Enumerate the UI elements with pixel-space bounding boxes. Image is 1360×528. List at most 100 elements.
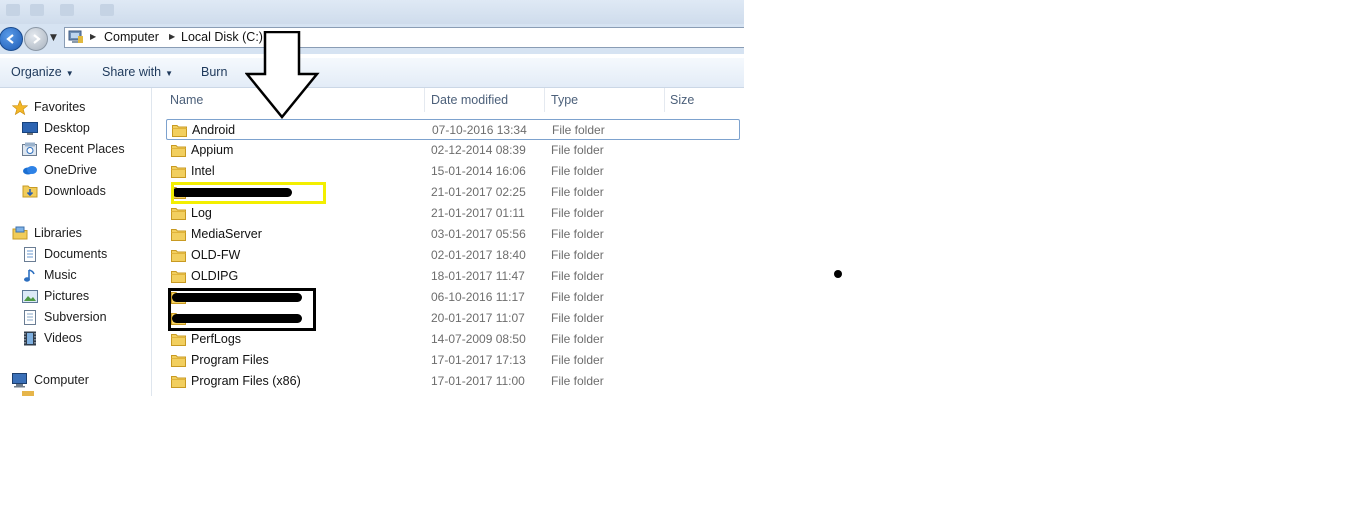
- column-header-name[interactable]: Name: [170, 93, 203, 107]
- file-type: File folder: [551, 185, 604, 199]
- file-name: Program Files: [191, 353, 269, 367]
- nav-item-documents[interactable]: Documents: [22, 245, 107, 263]
- computer-drive-icon: [68, 30, 83, 43]
- properties-icon[interactable]: [100, 4, 114, 16]
- chevron-down-icon: ▼: [65, 69, 74, 78]
- breadcrumb-arrow-icon[interactable]: ▶: [169, 32, 175, 41]
- column-header-size[interactable]: Size: [670, 93, 694, 107]
- folder-icon: [171, 354, 186, 367]
- file-date-modified: 02-12-2014 08:39: [431, 143, 526, 157]
- nav-item-videos[interactable]: Videos: [22, 329, 82, 347]
- organize-menu[interactable]: Organize ▼: [11, 65, 74, 79]
- recent-places-icon: [22, 142, 38, 156]
- file-type: File folder: [551, 206, 604, 220]
- nav-item-onedrive[interactable]: OneDrive: [22, 161, 97, 179]
- table-row[interactable]: OLDIPG 18-01-2017 11:47 File folder: [166, 266, 740, 287]
- nav-libraries-label: Libraries: [34, 226, 82, 240]
- share-with-menu[interactable]: Share with ▼: [102, 65, 173, 79]
- nav-item-label: Documents: [44, 247, 108, 261]
- table-row[interactable]: Program Files (x86) 17-01-2017 11:00 File …: [166, 371, 740, 392]
- drive-icon: [22, 391, 34, 396]
- nav-item-label: Downloads: [44, 184, 106, 198]
- folder-icon: [171, 375, 186, 388]
- nav-item-desktop[interactable]: Desktop: [22, 119, 90, 137]
- breadcrumb-arrow-icon[interactable]: ▶: [90, 32, 96, 41]
- breadcrumb-computer[interactable]: Computer: [104, 30, 159, 44]
- file-list: Name Date modified Type Size Android 07-1…: [152, 88, 744, 396]
- nav-item-music[interactable]: Music: [22, 266, 77, 284]
- table-row[interactable]: PerfLogs 14-07-2009 08:50 File folder: [166, 329, 740, 350]
- table-row[interactable]: Intel 15-01-2014 16:06 File folder: [166, 161, 740, 182]
- nav-item-subversion[interactable]: Subversion: [22, 308, 107, 326]
- forward-button[interactable]: [24, 27, 48, 51]
- system-menu-icon[interactable]: [6, 4, 20, 16]
- file-name: Log: [191, 206, 212, 220]
- subversion-icon: [22, 309, 38, 325]
- address-bar[interactable]: ▶ Computer ▶ Local Disk (C:): [64, 27, 744, 48]
- column-header-date-modified[interactable]: Date modified: [431, 93, 508, 107]
- nav-favorites[interactable]: Favorites: [12, 98, 85, 116]
- recent-pages-dropdown[interactable]: ▼: [50, 33, 57, 43]
- nav-item-label: Videos: [44, 331, 82, 345]
- folder-icon: [171, 228, 186, 241]
- nav-item-pictures[interactable]: Pictures: [22, 287, 89, 305]
- explorer-window: ▼ ▶ Computer ▶ Local Disk (C:) Organize ▼…: [0, 0, 744, 396]
- nav-item-label: Subversion: [44, 310, 107, 324]
- documents-icon: [22, 246, 38, 262]
- star-icon: [12, 99, 28, 115]
- file-date-modified: 21-01-2017 01:11: [431, 206, 525, 220]
- table-row[interactable]: Log 21-01-2017 01:11 File folder: [166, 203, 740, 224]
- nav-item-downloads[interactable]: Downloads: [22, 182, 106, 200]
- table-row[interactable]: Android 07-10-2016 13:34 File folder: [166, 119, 740, 140]
- forward-arrow-icon: [33, 34, 41, 44]
- nav-computer[interactable]: Computer: [12, 371, 89, 389]
- column-divider[interactable]: [544, 88, 545, 112]
- nav-item-label: Desktop: [44, 121, 90, 135]
- undo-icon[interactable]: [60, 4, 74, 16]
- down-arrow-annotation: [245, 31, 320, 119]
- file-date-modified: 07-10-2016 13:34: [432, 123, 527, 137]
- file-date-modified: 21-01-2017 02:25: [431, 185, 526, 199]
- nav-libraries[interactable]: Libraries: [12, 224, 82, 242]
- column-header-type[interactable]: Type: [551, 93, 578, 107]
- column-divider[interactable]: [664, 88, 665, 112]
- file-type: File folder: [551, 143, 604, 157]
- file-name: OLDIPG: [191, 269, 239, 283]
- nav-computer-label: Computer: [34, 373, 89, 387]
- nav-item-recent-places[interactable]: Recent Places: [22, 140, 125, 158]
- music-icon: [22, 268, 38, 282]
- column-divider[interactable]: [424, 88, 425, 112]
- folder-icon: [172, 124, 187, 137]
- desktop-icon: [22, 121, 38, 135]
- videos-icon: [22, 331, 38, 345]
- libraries-icon: [12, 226, 28, 240]
- organize-label: Organize: [11, 65, 62, 79]
- nav-favorites-label: Favorites: [34, 100, 86, 114]
- file-type: File folder: [552, 123, 605, 137]
- file-name: Appium: [191, 143, 234, 157]
- file-name: PerfLogs: [191, 332, 242, 346]
- file-name: Android: [192, 123, 236, 137]
- table-row[interactable]: Appium 02-12-2014 08:39 File folder: [166, 140, 740, 161]
- file-name: OLD-FW: [191, 248, 241, 262]
- share-with-label: Share with: [102, 65, 162, 79]
- file-name: Program Files (x86): [191, 374, 301, 388]
- table-row[interactable]: MediaServer 03-01-2017 05:56 File folder: [166, 224, 740, 245]
- computer-icon: [12, 372, 28, 387]
- onedrive-icon: [22, 163, 38, 177]
- yellow-highlight-box: [171, 182, 326, 204]
- back-button[interactable]: [0, 27, 23, 51]
- file-date-modified: 15-01-2014 16:06: [431, 164, 526, 178]
- file-date-modified: 17-01-2017 11:00: [431, 374, 525, 388]
- table-row[interactable]: OLD-FW 02-01-2017 18:40 File folder: [166, 245, 740, 266]
- burn-button[interactable]: Burn: [201, 65, 227, 79]
- file-name: Intel: [191, 164, 215, 178]
- table-row[interactable]: Program Files 17-01-2017 17:13 File folder: [166, 350, 740, 371]
- folder-icon: [171, 144, 186, 157]
- save-icon[interactable]: [30, 4, 44, 16]
- file-date-modified: 20-01-2017 11:07: [431, 311, 525, 325]
- folder-icon: [171, 270, 186, 283]
- file-type: File folder: [551, 353, 604, 367]
- navigation-pane: Favorites Desktop Recent Places OneDrive…: [0, 88, 152, 396]
- nav-item-label: Pictures: [44, 289, 90, 303]
